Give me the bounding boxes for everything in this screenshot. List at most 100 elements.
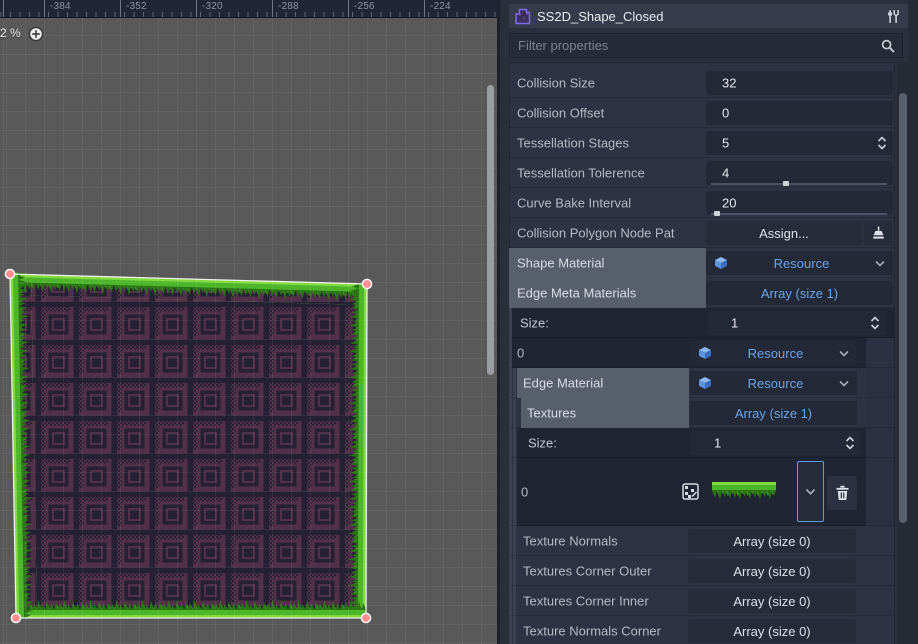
- clear-broom-icon: [872, 226, 885, 240]
- collision-offset-field[interactable]: 0: [706, 101, 893, 125]
- add-point-icon[interactable]: [28, 26, 44, 42]
- filter-placeholder: Filter properties: [518, 38, 608, 53]
- editor-window: -384 -352 -320 -288 -256 -224 2 % SS2D_S…: [0, 0, 918, 644]
- edge-meta-size-field[interactable]: 1: [707, 311, 886, 335]
- grass-texture-thumbnail[interactable]: [712, 482, 776, 502]
- slider-track[interactable]: [711, 213, 887, 215]
- array-size-label: Array (size 1): [761, 286, 838, 301]
- curve-bake-interval-field[interactable]: 20: [706, 191, 893, 215]
- resource-label: Resource: [728, 256, 875, 271]
- horizontal-ruler: -384 -352 -320 -288 -256 -224: [0, 0, 497, 18]
- shape-edge-right: [345, 284, 367, 618]
- filter-properties-input[interactable]: Filter properties: [509, 33, 903, 58]
- resource-label: Resource: [712, 376, 839, 391]
- point-handle-bottom-right[interactable]: [361, 613, 370, 622]
- ss2d-shape-closed-icon: [514, 8, 531, 25]
- point-handle-top-right[interactable]: [362, 279, 371, 288]
- resource-label: Resource: [712, 346, 839, 361]
- inspected-node-title: SS2D_Shape_Closed: [537, 9, 663, 24]
- search-icon: [881, 39, 895, 53]
- edge-meta-item-resource-dropdown[interactable]: Resource: [690, 341, 857, 365]
- property-row-edge-material: Edge Material Resource: [509, 368, 895, 398]
- array-index-label: 0: [521, 485, 528, 500]
- edge-meta-materials-array-button[interactable]: Array (size 1): [706, 281, 893, 305]
- property-label: Collision Size: [517, 76, 595, 91]
- tessellation-tolerence-field[interactable]: 4: [706, 161, 893, 185]
- assign-node-path-button[interactable]: Assign...: [706, 221, 862, 245]
- slider-grabber[interactable]: [783, 181, 789, 186]
- property-row-textures-corner-outer: Textures Corner Outer Array (size 0): [509, 556, 895, 586]
- panel-splitter[interactable]: [497, 0, 500, 644]
- point-handle-bottom-left[interactable]: [11, 613, 20, 622]
- shape-2d[interactable]: [0, 0, 497, 644]
- edge-material-resource-dropdown[interactable]: Resource: [690, 371, 857, 395]
- property-row-collision-polygon-node-path: Collision Polygon Node Pat Assign...: [509, 218, 895, 248]
- property-label: Edge Material: [523, 376, 603, 391]
- property-label: Texture Normals Corner: [523, 624, 661, 639]
- property-label: Curve Bake Interval: [517, 196, 631, 211]
- clear-node-path-button[interactable]: [864, 221, 893, 245]
- inspector-header: SS2D_Shape_Closed: [509, 4, 908, 28]
- spinbox-updown-icon[interactable]: [877, 136, 887, 150]
- property-label: Texture Normals: [523, 534, 618, 549]
- tessellation-stages-value: 5: [722, 136, 729, 151]
- textures-corner-outer-array-button[interactable]: Array (size 0): [688, 559, 856, 583]
- property-label: Edge Meta Materials: [517, 286, 636, 301]
- ruler-label: -320: [202, 1, 223, 12]
- shape-fill: [10, 274, 367, 618]
- ruler-label: -256: [354, 1, 375, 12]
- array-size-label: Array (size 0): [733, 564, 810, 579]
- property-row-edge-meta-size: Size: 1: [509, 308, 895, 338]
- array-size-label: Array (size 0): [733, 534, 810, 549]
- property-row-texture-normals-corner: Texture Normals Corner Array (size 0): [509, 616, 895, 644]
- chevron-down-icon: [805, 488, 816, 496]
- slider-grabber[interactable]: [714, 211, 720, 216]
- property-row-tessellation-tolerence: Tessellation Tolerence 4: [509, 158, 895, 188]
- texture-normals-corner-array-button[interactable]: Array (size 0): [688, 619, 856, 643]
- textures-size-value: 1: [714, 436, 721, 451]
- tessellation-tolerence-value: 4: [722, 166, 729, 181]
- chevron-down-icon: [875, 260, 885, 267]
- inspector-right-margin: [909, 0, 918, 644]
- texture-options-dropdown-button[interactable]: [797, 461, 824, 522]
- resource-cube-icon: [714, 256, 728, 270]
- inspector-scrollbar-thumb[interactable]: [899, 93, 907, 523]
- spinbox-updown-icon[interactable]: [870, 316, 880, 330]
- chevron-down-icon: [839, 380, 849, 387]
- spinbox-updown-icon[interactable]: [845, 436, 855, 450]
- point-handle-top-left[interactable]: [5, 269, 14, 278]
- array-size-label: Array (size 0): [733, 594, 810, 609]
- property-row-textures-size: Size: 1: [509, 428, 895, 458]
- zoom-percent-label[interactable]: 2 %: [0, 26, 21, 40]
- property-row-edge-meta-materials: Edge Meta Materials Array (size 1): [509, 278, 895, 308]
- property-label: Textures Corner Outer: [523, 564, 652, 579]
- property-label: Size:: [520, 316, 549, 331]
- property-row-curve-bake-interval: Curve Bake Interval 20: [509, 188, 895, 218]
- textures-array-button[interactable]: Array (size 1): [690, 401, 857, 425]
- property-row-tessellation-stages: Tessellation Stages 5: [509, 128, 895, 158]
- collision-offset-value: 0: [722, 106, 729, 121]
- texture-normals-array-button[interactable]: Array (size 0): [688, 529, 856, 553]
- array-size-label: Array (size 0): [733, 624, 810, 639]
- delete-texture-button[interactable]: [827, 476, 857, 510]
- tessellation-stages-field[interactable]: 5: [706, 131, 893, 155]
- viewport-vertical-scrollbar[interactable]: [487, 85, 494, 375]
- trash-icon: [835, 485, 850, 501]
- chevron-down-icon: [839, 350, 849, 357]
- shape-material-resource-dropdown[interactable]: Resource: [706, 251, 893, 275]
- texture-file-icon: [682, 483, 699, 500]
- slider-track[interactable]: [711, 183, 887, 185]
- textures-corner-inner-array-button[interactable]: Array (size 0): [688, 589, 856, 613]
- shape-edge-bottom: [16, 597, 366, 618]
- property-row-edge-meta-item-0: 0 Resource: [509, 338, 895, 368]
- property-label: Tessellation Stages: [517, 136, 629, 151]
- ruler-label: -288: [278, 1, 299, 12]
- array-index-label: 0: [517, 346, 524, 361]
- object-tools-button[interactable]: [886, 9, 900, 24]
- property-label: Textures Corner Inner: [523, 594, 649, 609]
- textures-size-field[interactable]: 1: [690, 431, 861, 455]
- object-tools-icon: [886, 9, 900, 24]
- collision-size-value: 32: [722, 76, 736, 91]
- collision-size-field[interactable]: 32: [706, 71, 893, 95]
- ruler-label: -352: [126, 1, 147, 12]
